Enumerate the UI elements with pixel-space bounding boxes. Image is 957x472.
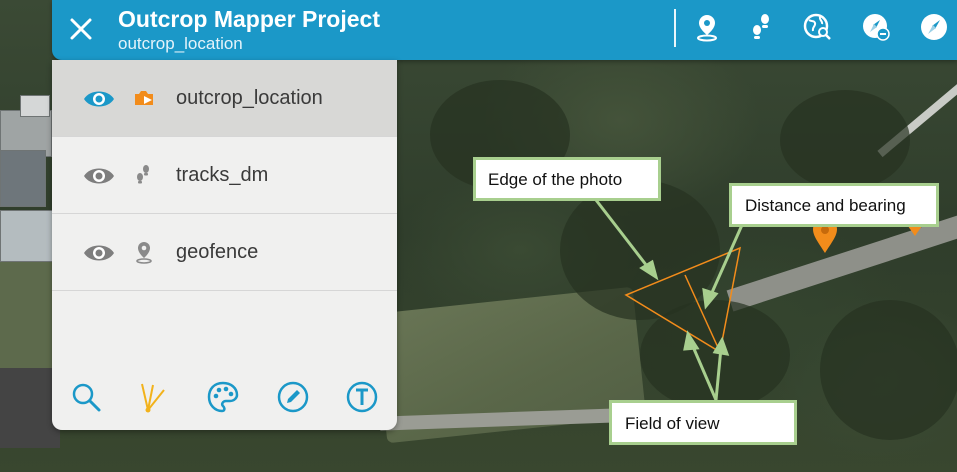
annotation-arrows — [594, 199, 744, 401]
layer-name: geofence — [176, 241, 259, 263]
layer-name: tracks_dm — [176, 164, 269, 186]
callout-label: Edge of the photo — [488, 170, 623, 189]
close-icon[interactable] — [66, 14, 96, 44]
pencil-icon[interactable] — [276, 380, 310, 414]
palette-icon[interactable] — [206, 380, 240, 414]
layers-panel: outcrop_location tracks_dm geofence — [52, 60, 397, 430]
location-pin-icon — [136, 242, 152, 264]
field-of-view-icon[interactable] — [136, 380, 170, 414]
layer-item-outcrop-location[interactable]: outcrop_location — [52, 60, 397, 137]
layer-item-tracks-dm[interactable]: tracks_dm — [52, 137, 397, 214]
field-of-view-icon[interactable] — [624, 246, 741, 354]
callout-edge-of-photo: Edge of the photo — [473, 157, 661, 201]
photo-tag-icon — [135, 91, 153, 105]
layer-item-geofence[interactable]: geofence — [52, 214, 397, 291]
visibility-eye-icon[interactable] — [82, 82, 116, 116]
footprints-icon — [137, 165, 149, 184]
compass-minus-icon[interactable] — [860, 11, 892, 43]
compass-icon[interactable] — [918, 11, 950, 43]
location-pin-icon[interactable] — [691, 11, 723, 43]
visibility-eye-icon[interactable] — [82, 159, 116, 193]
panel-toolbar — [52, 367, 397, 430]
layer-name: outcrop_location — [176, 87, 323, 109]
active-layer-subtitle: outcrop_location — [118, 34, 243, 53]
callout-field-of-view: Field of view — [609, 400, 797, 445]
footprints-icon[interactable] — [746, 11, 778, 43]
app-header: Outcrop Mapper Project outcrop_location — [52, 0, 957, 60]
visibility-eye-icon[interactable] — [82, 236, 116, 270]
globe-search-icon[interactable] — [802, 11, 834, 43]
callout-distance-bearing: Distance and bearing — [729, 183, 939, 227]
callout-label: Field of view — [625, 414, 720, 433]
callout-label: Distance and bearing — [745, 196, 906, 215]
text-icon[interactable] — [345, 380, 379, 414]
project-title: Outcrop Mapper Project — [118, 6, 380, 32]
toolbar-divider — [674, 9, 676, 47]
search-icon[interactable] — [69, 380, 103, 414]
